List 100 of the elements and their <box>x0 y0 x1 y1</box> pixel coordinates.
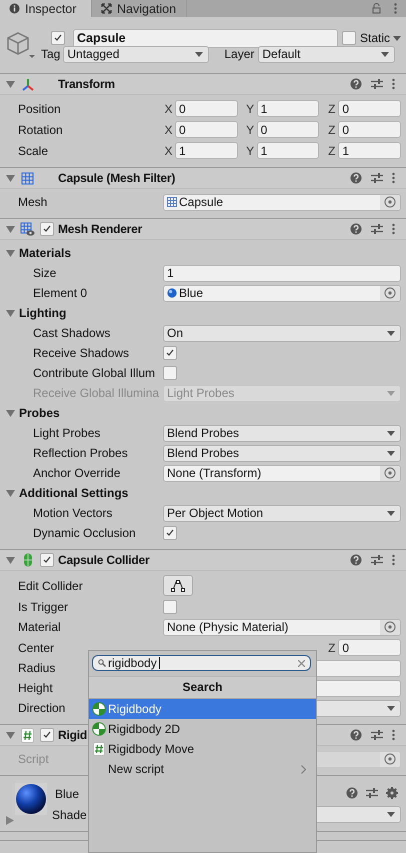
section-label[interactable]: Materials <box>19 246 72 260</box>
section-label[interactable]: Probes <box>19 406 60 420</box>
number-field[interactable]: 1 <box>163 264 401 282</box>
object-field[interactable]: Blue <box>163 284 401 302</box>
enabled-checkbox[interactable] <box>40 222 54 236</box>
field-label: Script <box>18 752 49 766</box>
number-field[interactable]: 0 <box>338 639 401 656</box>
enabled-checkbox[interactable] <box>40 728 54 742</box>
number-field[interactable]: 0 <box>175 100 238 117</box>
foldout-arrow-icon[interactable] <box>6 308 15 318</box>
number-field[interactable]: 0 <box>175 121 238 138</box>
field-label: Scale <box>18 144 48 158</box>
dropdown[interactable]: On <box>163 324 401 342</box>
caret-icon <box>387 390 395 396</box>
component-header[interactable]: Mesh Renderer <box>0 219 406 240</box>
foldout-arrow-icon[interactable] <box>6 80 15 88</box>
popup-item[interactable]: Rigidbody <box>89 699 316 719</box>
foldout-arrow-icon[interactable] <box>6 556 15 564</box>
more-icon[interactable] <box>392 554 395 566</box>
target-icon[interactable] <box>380 466 400 480</box>
popup-item[interactable]: New script <box>89 759 316 779</box>
sliders-icon[interactable] <box>371 223 383 235</box>
more-icon[interactable] <box>392 172 395 184</box>
help-icon[interactable] <box>350 223 362 235</box>
caret-icon[interactable] <box>393 36 402 40</box>
object-field[interactable]: None (Transform) <box>163 464 401 482</box>
checkbox[interactable] <box>163 346 177 360</box>
foldout-arrow-icon[interactable] <box>6 408 15 418</box>
tag-label: Tag <box>41 47 60 61</box>
script-icon <box>21 728 34 742</box>
crossed-arrows-icon <box>101 3 112 14</box>
object-field[interactable]: Capsule <box>163 194 401 210</box>
field-label: Motion Vectors <box>33 506 112 520</box>
dropdown[interactable]: Per Object Motion <box>163 504 401 522</box>
axis-label: Y <box>245 122 256 136</box>
number-field[interactable]: 1 <box>256 142 320 159</box>
tab[interactable]: Inspector <box>0 0 92 17</box>
target-icon[interactable] <box>380 620 400 634</box>
sliders-icon[interactable] <box>371 78 383 90</box>
more-icon[interactable] <box>392 223 395 235</box>
grid-icon <box>21 172 34 184</box>
number-field[interactable]: 1 <box>256 100 320 117</box>
sliders-icon[interactable] <box>366 787 378 799</box>
more-icon[interactable] <box>394 3 397 14</box>
help-icon[interactable] <box>350 78 362 90</box>
tag-dropdown[interactable]: Untagged <box>63 46 210 62</box>
foldout-arrow-icon[interactable] <box>6 224 15 234</box>
field-label: Contribute Global Illum <box>33 366 156 380</box>
static-checkbox[interactable] <box>342 31 356 45</box>
more-icon[interactable] <box>392 78 395 90</box>
object-field[interactable]: None (Physic Material) <box>163 618 401 636</box>
sliders-icon[interactable] <box>371 729 383 741</box>
number-field[interactable]: 1 <box>175 142 238 159</box>
number-field[interactable]: 0 <box>256 121 320 138</box>
sliders-icon[interactable] <box>371 172 383 184</box>
caret-icon <box>387 430 395 436</box>
enabled-checkbox[interactable] <box>40 553 54 567</box>
number-field[interactable]: 0 <box>338 121 401 138</box>
section-label[interactable]: Additional Settings <box>19 486 128 500</box>
foldout-arrow-icon[interactable] <box>6 248 15 258</box>
popup-header: Search <box>89 676 316 699</box>
foldout-arrow-icon[interactable] <box>6 730 15 740</box>
clear-icon[interactable] <box>298 660 305 666</box>
target-icon[interactable] <box>380 194 400 210</box>
layer-dropdown[interactable]: Default <box>258 46 396 62</box>
checkbox[interactable] <box>163 600 177 614</box>
section-label[interactable]: Lighting <box>19 306 66 320</box>
foldout-arrow-icon[interactable] <box>6 816 14 825</box>
lock-icon[interactable] <box>372 3 381 14</box>
active-checkbox[interactable] <box>51 31 65 45</box>
search-field[interactable]: rigidbody <box>92 655 311 671</box>
help-icon[interactable] <box>350 554 362 566</box>
help-icon[interactable] <box>350 172 362 184</box>
caret-icon <box>381 52 390 56</box>
target-icon[interactable] <box>380 286 400 300</box>
foldout-arrow-icon[interactable] <box>6 488 15 498</box>
sliders-icon[interactable] <box>371 554 383 566</box>
popup-item[interactable]: Rigidbody 2D <box>89 719 316 739</box>
dropdown[interactable]: Blend Probes <box>163 444 401 462</box>
name-field[interactable]: Capsule <box>73 28 338 48</box>
axes-icon <box>20 78 34 90</box>
number-field[interactable]: 1 <box>338 142 401 159</box>
field-label: Direction <box>18 701 66 715</box>
number-field[interactable]: 0 <box>338 100 401 117</box>
popup-item[interactable]: Rigidbody Move <box>89 739 316 759</box>
component-header[interactable]: Capsule Collider <box>0 550 406 571</box>
component-title: Rigid <box>58 728 87 742</box>
more-icon[interactable] <box>392 729 395 741</box>
layer-label: Layer <box>224 47 254 61</box>
foldout-arrow-icon[interactable] <box>6 174 15 182</box>
help-icon[interactable] <box>346 787 358 799</box>
checkbox[interactable] <box>163 526 177 540</box>
settings-icon[interactable] <box>386 787 398 799</box>
dropdown[interactable]: Blend Probes <box>163 424 401 442</box>
cube-icon[interactable] <box>5 31 35 59</box>
edit-collider-button[interactable] <box>163 575 193 596</box>
tab[interactable]: Navigation <box>92 0 188 17</box>
help-icon[interactable] <box>350 729 362 741</box>
checkbox[interactable] <box>163 366 177 380</box>
field-label: Receive Global Illumina <box>33 386 160 400</box>
